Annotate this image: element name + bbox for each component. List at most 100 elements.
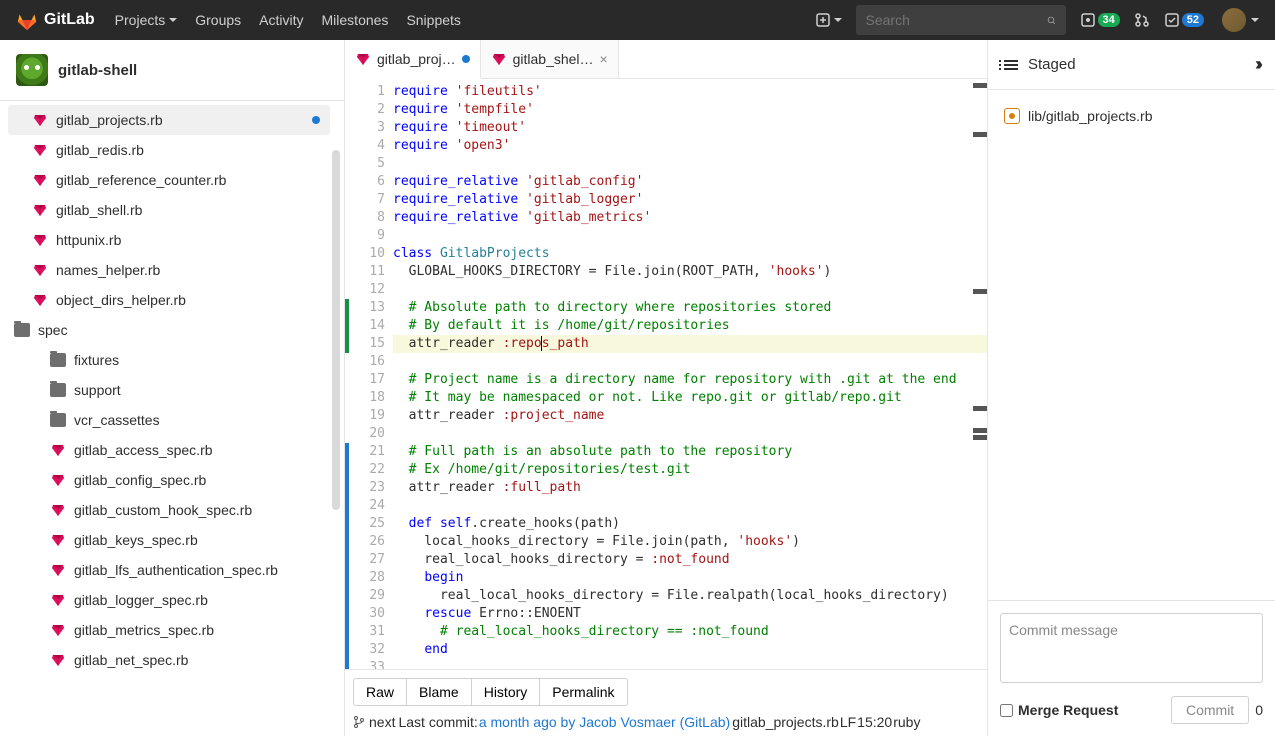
gitlab-logo-icon xyxy=(16,9,38,31)
file-name: gitlab_logger_spec.rb xyxy=(74,592,208,608)
view-raw-button[interactable]: Raw xyxy=(353,678,407,706)
file-name: object_dirs_helper.rb xyxy=(56,292,186,308)
issues-link[interactable]: 34 xyxy=(1080,12,1120,28)
file-item[interactable]: gitlab_custom_hook_spec.rb xyxy=(8,495,330,525)
mr-checkbox[interactable] xyxy=(1000,704,1013,717)
staged-header: Staged ›› xyxy=(988,40,1275,90)
folder-name: spec xyxy=(38,322,68,338)
todos-link[interactable]: 52 xyxy=(1164,12,1204,28)
nav-groups[interactable]: Groups xyxy=(195,12,241,28)
main-header: GitLab Projects Groups Activity Mileston… xyxy=(0,0,1275,40)
nav-milestones[interactable]: Milestones xyxy=(322,12,389,28)
todos-icon xyxy=(1164,12,1180,28)
file-item[interactable]: gitlab_logger_spec.rb xyxy=(8,585,330,615)
nav-snippets[interactable]: Snippets xyxy=(406,12,460,28)
ruby-icon xyxy=(491,51,507,67)
sidebar-header: gitlab-shell xyxy=(0,40,344,101)
file-item[interactable]: names_helper.rb xyxy=(8,255,330,285)
ruby-icon xyxy=(32,172,48,188)
file-item[interactable]: object_dirs_helper.rb xyxy=(8,285,330,315)
merge-request-toggle[interactable]: Merge Request xyxy=(1000,702,1118,718)
file-item[interactable]: gitlab_lfs_authentication_spec.rb xyxy=(8,555,330,585)
branch-indicator[interactable]: next xyxy=(353,714,395,730)
ruby-icon xyxy=(32,142,48,158)
file-item[interactable]: gitlab_reference_counter.rb xyxy=(8,165,330,195)
editor-area: gitlab_proj… gitlab_shel…× 12345678910111… xyxy=(345,40,988,736)
file-item[interactable]: gitlab_metrics_spec.rb xyxy=(8,615,330,645)
file-name: gitlab_net_spec.rb xyxy=(74,652,188,668)
close-icon[interactable]: × xyxy=(600,51,608,67)
file-name: gitlab_reference_counter.rb xyxy=(56,172,226,188)
file-item[interactable]: gitlab_net_spec.rb xyxy=(8,645,330,675)
user-avatar xyxy=(1222,8,1246,32)
mr-icon xyxy=(1134,12,1150,28)
ruby-icon xyxy=(32,202,48,218)
file-tree[interactable]: gitlab_projects.rb gitlab_redis.rb gitlab_… xyxy=(0,101,344,736)
search-box[interactable] xyxy=(856,5,1066,35)
folder-icon xyxy=(50,383,66,397)
file-item[interactable]: gitlab_access_spec.rb xyxy=(8,435,330,465)
commit-button[interactable]: Commit xyxy=(1171,696,1249,724)
file-item[interactable]: gitlab_config_spec.rb xyxy=(8,465,330,495)
ruby-icon xyxy=(50,532,66,548)
code-content[interactable]: require 'fileutils'require 'tempfile'req… xyxy=(393,79,987,669)
commit-message-input[interactable] xyxy=(1000,613,1263,683)
status-file: gitlab_projects.rb xyxy=(732,714,839,730)
search-input[interactable] xyxy=(866,12,1047,28)
file-item[interactable]: gitlab_projects.rb xyxy=(8,105,330,135)
commit-count: 0 xyxy=(1255,702,1263,718)
status-bar: next Last commit: a month ago by Jacob V… xyxy=(345,714,987,736)
folder-item[interactable]: vcr_cassettes xyxy=(8,405,330,435)
view-blame-button[interactable]: Blame xyxy=(407,678,472,706)
file-name: gitlab_custom_hook_spec.rb xyxy=(74,502,252,518)
view-history-button[interactable]: History xyxy=(472,678,541,706)
staged-panel: Staged ›› lib/gitlab_projects.rb Merge R… xyxy=(988,40,1275,736)
folder-item[interactable]: support xyxy=(8,375,330,405)
file-item[interactable]: httpunix.rb xyxy=(8,225,330,255)
folder-name: vcr_cassettes xyxy=(74,412,160,428)
view-permalink-button[interactable]: Permalink xyxy=(540,678,627,706)
plus-icon xyxy=(815,12,831,28)
nav-activity[interactable]: Activity xyxy=(259,12,303,28)
nav-projects[interactable]: Projects xyxy=(115,12,178,28)
status-cursor: 15:20 xyxy=(857,714,892,730)
folder-item[interactable]: spec xyxy=(8,315,344,345)
last-commit-label: Last commit: xyxy=(398,714,477,730)
user-menu[interactable] xyxy=(1218,8,1259,32)
folder-icon xyxy=(14,323,30,337)
ruby-icon xyxy=(32,112,48,128)
file-item[interactable]: gitlab_shell.rb xyxy=(8,195,330,225)
status-encoding: LF xyxy=(840,714,856,730)
file-item[interactable]: gitlab_redis.rb xyxy=(8,135,330,165)
staged-item[interactable]: lib/gitlab_projects.rb xyxy=(1000,104,1263,128)
file-name: gitlab_config_spec.rb xyxy=(74,472,206,488)
file-name: gitlab_shell.rb xyxy=(56,202,142,218)
file-name: names_helper.rb xyxy=(56,262,160,278)
file-name: gitlab_keys_spec.rb xyxy=(74,532,198,548)
ruby-icon xyxy=(50,622,66,638)
folder-icon xyxy=(50,413,66,427)
file-name: gitlab_metrics_spec.rb xyxy=(74,622,214,638)
search-icon xyxy=(1047,13,1056,28)
ruby-icon xyxy=(50,442,66,458)
modified-dot-icon xyxy=(462,55,470,63)
tab-label: gitlab_proj… xyxy=(377,51,456,67)
minimap[interactable] xyxy=(973,83,987,442)
file-item[interactable]: gitlab_keys_spec.rb xyxy=(8,525,330,555)
code-editor[interactable]: 1234567891011121314151617181920212223242… xyxy=(345,79,987,669)
merge-requests-link[interactable] xyxy=(1134,12,1150,28)
ruby-icon xyxy=(50,502,66,518)
new-dropdown[interactable] xyxy=(815,12,842,28)
ruby-icon xyxy=(50,562,66,578)
issues-badge: 34 xyxy=(1098,13,1120,27)
folder-item[interactable]: fixtures xyxy=(8,345,330,375)
gitlab-logo[interactable]: GitLab xyxy=(16,9,95,31)
file-name: gitlab_projects.rb xyxy=(56,112,163,128)
folder-name: support xyxy=(74,382,121,398)
collapse-icon[interactable]: ›› xyxy=(1255,54,1259,75)
editor-tab[interactable]: gitlab_shel…× xyxy=(481,40,619,78)
sidebar-scrollbar[interactable] xyxy=(332,150,340,510)
last-commit-link[interactable]: a month ago by Jacob Vosmaer (GitLab) xyxy=(479,714,730,730)
editor-tabs: gitlab_proj… gitlab_shel…× xyxy=(345,40,987,79)
editor-tab[interactable]: gitlab_proj… xyxy=(345,40,481,79)
